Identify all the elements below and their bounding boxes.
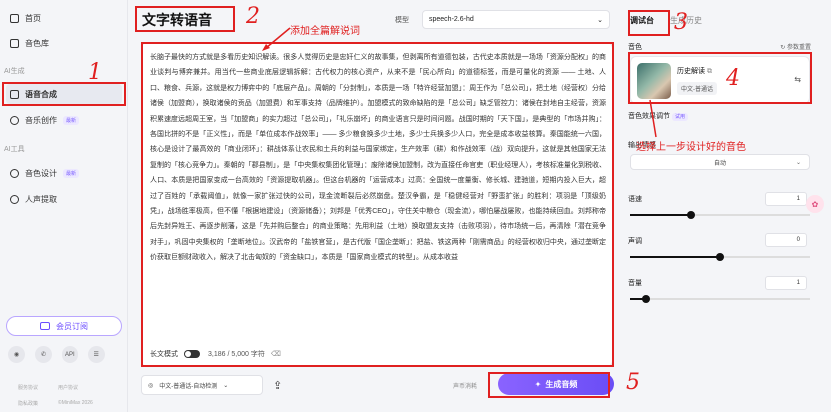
music-icon [10,115,19,125]
slider-fill [630,214,692,216]
sidebar-item-music[interactable]: 音乐创作 最新 [6,110,122,130]
api-link[interactable]: API [62,346,78,363]
sidebar-item-label: 首页 [25,13,41,23]
design-icon [10,168,19,178]
volume-value[interactable]: 1 [765,276,807,290]
footer-links-row2: 隐私政策 ©MiniMax 2026 [18,400,93,407]
voice-label: 音色 [628,44,642,51]
speed-label: 语速 [628,196,642,203]
home-icon [10,13,19,23]
crown-icon [40,322,50,330]
annotation-box-generate [488,372,610,398]
service-agreement-link[interactable]: 服务协议 [18,384,38,391]
speed-value[interactable]: 1 [765,192,807,206]
model-select[interactable]: speech-2.6-hd ⌄ [422,10,610,29]
sidebar-item-home[interactable]: 首页 [6,8,122,28]
effects-label[interactable]: 音色效果调节 试用 [628,111,688,121]
pitch-value[interactable]: 0 [765,233,807,247]
refresh-icon: ↻ [780,45,787,51]
trial-badge: 试用 [671,113,688,121]
annotation-num-2: 2 [246,4,260,29]
volume-slider[interactable] [630,295,810,303]
annotation-note-script: 添加全篇解说词 [290,26,360,37]
sidebar-item-label: 音色设计 [25,168,57,178]
user-agreement-link[interactable]: 用户协议 [58,384,78,391]
annotation-num-1: 1 [88,60,102,85]
privacy-link[interactable]: 隐私政策 [18,400,38,407]
slider-knob[interactable] [687,211,696,219]
annotation-box-title [135,6,235,32]
settings-icon[interactable]: ☰ [87,346,105,363]
sidebar-item-vocal-extract[interactable]: 人声提取 [6,189,122,209]
vip-subscribe-button[interactable]: 会员订阅 [6,316,122,336]
sidebar-item-label: 人声提取 [25,194,57,204]
annotation-box-speech [2,82,126,106]
globe-icon: ◎ [148,382,154,389]
reset-label: 参数重置 [786,45,811,51]
annotation-box-tab [628,10,670,36]
slider-knob[interactable] [716,253,724,261]
annotation-num-5: 5 [626,370,640,395]
vip-label: 会员订阅 [56,321,88,331]
copyright: ©MiniMax 2026 [58,400,93,406]
footer-links-row1: 服务协议 用户协议 [18,384,78,391]
library-icon [10,38,19,48]
sidebar-item-label: 音色库 [25,38,49,48]
sidebar: 首页 音色库 AI生成 语音合成 音乐创作 最新 AI工具 音色设计 最新 人声… [0,0,128,412]
discord-icon[interactable]: ◉ [8,346,25,363]
sidebar-item-voice-library[interactable]: 音色库 [6,33,122,53]
model-value: speech-2.6-hd [429,16,474,23]
annotation-note-voice: 选择上一步设计好的音色 [636,142,746,153]
annotation-box-voice [628,52,812,104]
community-icons: ◉ ✆ API ☰ [8,346,105,363]
chevron-down-icon: ⌄ [223,382,229,389]
annotation-num-3: 3 [674,10,688,35]
section-ai-tools: AI工具 [4,146,25,153]
emotion-value: 自动 [713,160,726,167]
sidebar-item-voice-design[interactable]: 音色设计 最新 [6,163,122,183]
language-select[interactable]: ◎ 中文-普通话-自动检测 ⌄ [141,375,263,395]
emotion-select[interactable]: 自动 ⌄ [630,154,810,170]
wechat-icon[interactable]: ✆ [35,346,52,363]
annotation-num-4: 4 [726,66,740,91]
section-ai-gen: AI生成 [4,68,25,75]
chevron-down-icon: ⌄ [597,16,603,24]
language-value: 中文-普通话-自动检测 [159,383,218,390]
slider-knob[interactable] [642,295,651,303]
floating-help-icon[interactable]: ✿ [806,195,824,213]
sidebar-item-label: 音乐创作 [25,115,57,125]
new-badge: 最新 [63,115,80,125]
model-label: 模型 [395,17,409,24]
reset-params-button[interactable]: ↻ 参数重置 [780,42,811,51]
upload-icon[interactable]: ⇪ [273,379,282,392]
new-badge: 最新 [63,168,80,178]
slider-fill [630,256,720,258]
pitch-slider[interactable] [630,253,810,261]
quota-label: 声币消耗 [453,384,478,390]
speed-slider[interactable] [630,211,810,219]
annotation-box-editor [141,42,614,367]
pitch-label: 声调 [628,238,642,245]
volume-label: 音量 [628,280,642,287]
vocal-icon [10,194,19,204]
chevron-down-icon: ⌄ [795,159,801,166]
